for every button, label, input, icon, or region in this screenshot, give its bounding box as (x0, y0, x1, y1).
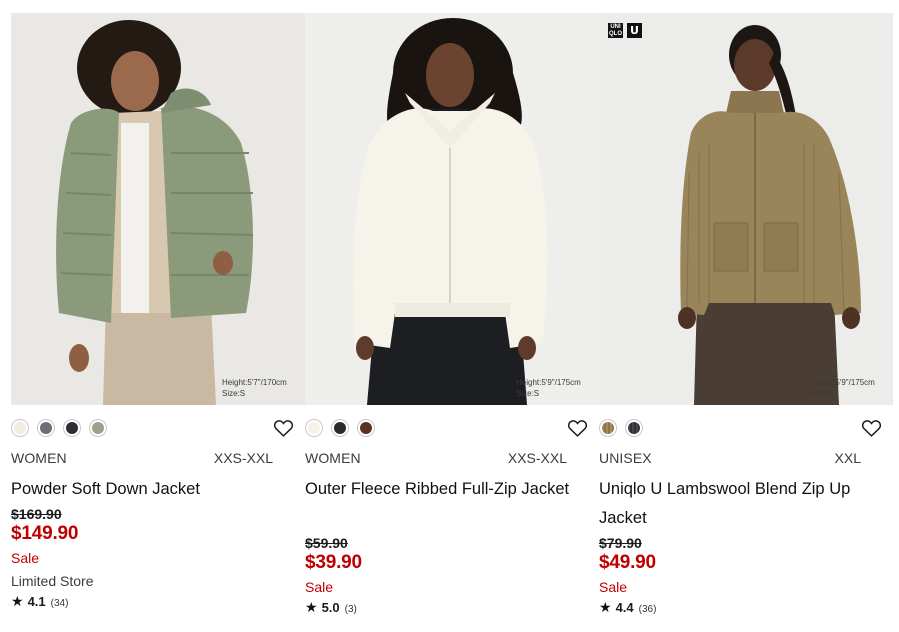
heart-outline-icon[interactable] (861, 418, 882, 438)
product-photo-illustration (305, 13, 599, 405)
original-price: $59.90 (305, 535, 348, 551)
original-price: $79.90 (599, 535, 642, 551)
price-block: $59.90 $39.90 Sale ★ 5.0 (3) (305, 535, 362, 616)
color-swatch-khaki[interactable] (599, 419, 617, 437)
color-swatch-brown[interactable] (357, 419, 375, 437)
review-count: (3) (344, 604, 357, 615)
gender-label: WOMEN (11, 450, 67, 466)
product-photo-illustration (599, 13, 893, 405)
model-height: Height:5'9"/175cm (516, 378, 581, 387)
model-info: Height:5'9"/175cm Size:S (516, 377, 581, 399)
rating[interactable]: ★ 5.0 (3) (305, 599, 362, 616)
product-name[interactable]: Uniqlo U Lambswool Blend Zip Up Jacket (599, 475, 879, 533)
product-image[interactable]: Height:5'7"/170cm Size:S (11, 13, 305, 405)
model-height: Height:5'7"/170cm (222, 378, 287, 387)
uniqlo-logo: UNI QLO (608, 23, 623, 38)
size-range: XXS-XXL (213, 450, 273, 466)
sale-flag: Sale (599, 579, 628, 595)
brand-badges: UNI QLO U (608, 23, 642, 38)
product-card[interactable]: Height:5'9"/175cm Size:S WOMEN XXS-XXL O… (305, 13, 599, 632)
color-swatches (11, 419, 107, 437)
sale-flag: Sale (305, 579, 334, 595)
color-swatch-charcoal[interactable] (625, 419, 643, 437)
star-icon: ★ (11, 593, 24, 609)
limited-store-label: Limited Store (11, 573, 94, 589)
product-card[interactable]: UNI QLO U Height:5'9"/175cm Size:S UNISEX… (599, 13, 893, 632)
price-block: $79.90 $49.90 Sale ★ 4.4 (36) (599, 535, 656, 616)
product-image[interactable]: Height:5'9"/175cm Size:S (305, 13, 599, 405)
model-info: Height:5'9"/175cm Size:S (810, 377, 875, 399)
sale-price: $39.90 (305, 552, 362, 573)
original-price: $169.90 (11, 506, 62, 522)
sale-price: $149.90 (11, 523, 79, 544)
size-range: XXS-XXL (507, 450, 567, 466)
star-icon: ★ (599, 599, 612, 615)
color-swatch-black[interactable] (331, 419, 349, 437)
uniqlo-u-logo: U (627, 23, 642, 38)
model-height: Height:5'9"/175cm (810, 378, 875, 387)
sale-flag: Sale (11, 550, 40, 566)
color-swatch-offwhite[interactable] (305, 419, 323, 437)
color-swatches (305, 419, 375, 437)
review-count: (34) (50, 598, 69, 609)
rating[interactable]: ★ 4.4 (36) (599, 599, 656, 616)
price-block: $169.90 $149.90 Sale Limited Store ★ 4.1… (11, 506, 93, 610)
size-range: XXL (834, 450, 861, 466)
model-size: Size:S (222, 389, 246, 398)
star-icon: ★ (305, 599, 318, 615)
color-swatch-cream[interactable] (11, 419, 29, 437)
rating[interactable]: ★ 4.1 (34) (11, 593, 93, 610)
heart-outline-icon[interactable] (273, 418, 294, 438)
rating-score: 5.0 (321, 600, 340, 615)
sale-price: $49.90 (599, 552, 656, 573)
review-count: (36) (638, 604, 657, 615)
rating-score: 4.4 (615, 600, 634, 615)
model-info: Height:5'7"/170cm Size:S (222, 377, 287, 399)
color-swatch-navy[interactable] (63, 419, 81, 437)
color-swatch-gray[interactable] (37, 419, 55, 437)
product-name[interactable]: Outer Fleece Ribbed Full-Zip Jacket (305, 475, 585, 504)
product-grid: Height:5'7"/170cm Size:S WOMEN XXS-XXL P… (11, 13, 893, 632)
model-size: Size:S (810, 389, 834, 398)
gender-label: WOMEN (305, 450, 361, 466)
product-image[interactable]: UNI QLO U Height:5'9"/175cm Size:S (599, 13, 893, 405)
heart-outline-icon[interactable] (567, 418, 588, 438)
product-photo-illustration (11, 13, 305, 405)
product-card[interactable]: Height:5'7"/170cm Size:S WOMEN XXS-XXL P… (11, 13, 305, 632)
gender-label: UNISEX (599, 450, 652, 466)
product-name[interactable]: Powder Soft Down Jacket (11, 475, 291, 504)
color-swatch-olive[interactable] (89, 419, 107, 437)
model-size: Size:S (516, 389, 540, 398)
rating-score: 4.1 (27, 594, 46, 609)
color-swatches (599, 419, 643, 437)
